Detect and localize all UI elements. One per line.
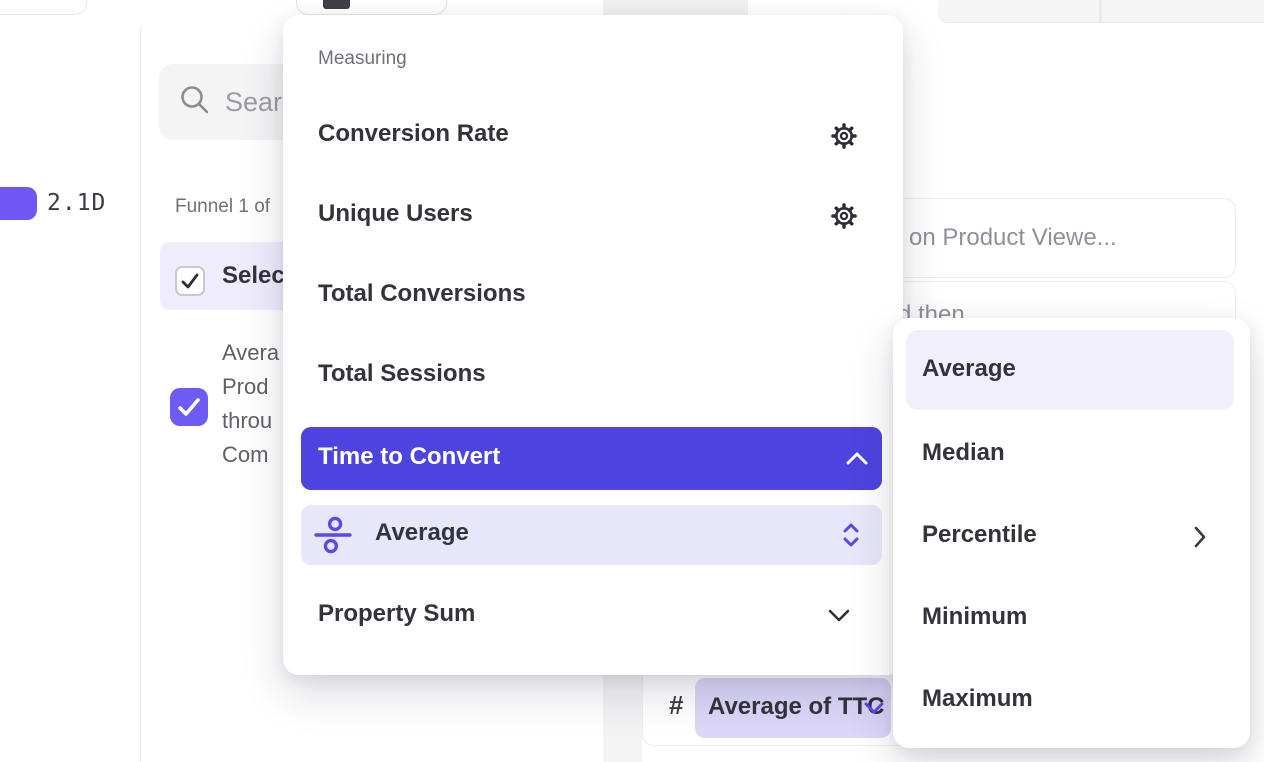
chevron-up-icon (846, 452, 868, 465)
app-root: Sear 2.1D Funnel 1 of Selec Avera Prod t… (0, 0, 1264, 762)
checkmark-icon (170, 388, 208, 426)
submenu-item-average[interactable]: Average (906, 330, 1234, 410)
select-all-label: Selec (222, 262, 285, 290)
step-description: Avera Prod throu Com (222, 336, 279, 472)
menu-item-total-conversions[interactable]: Total Conversions (318, 280, 526, 308)
gear-icon[interactable] (830, 122, 858, 150)
menu-item-conversion-rate[interactable]: Conversion Rate (318, 120, 509, 148)
chevron-right-icon (1194, 526, 1206, 548)
step-checkbox[interactable] (170, 388, 208, 426)
partial-toolbar-button[interactable] (296, 0, 447, 15)
measuring-menu-header: Measuring (318, 48, 407, 70)
partial-top-right-bar (938, 0, 1264, 23)
gear-icon[interactable] (830, 202, 858, 230)
menu-item-total-sessions[interactable]: Total Sessions (318, 360, 486, 388)
chevron-down-icon[interactable] (828, 609, 850, 622)
metric-type-symbol: # (669, 690, 683, 721)
submenu-item-minimum[interactable]: Minimum (922, 603, 1027, 631)
menu-item-unique-users[interactable]: Unique Users (318, 200, 473, 228)
measuring-menu: Measuring Conversion Rate Unique Users (283, 15, 903, 675)
menu-item-property-sum[interactable]: Property Sum (318, 600, 475, 628)
search-placeholder: Sear (225, 87, 282, 118)
step-event-text: on Product Viewe... (909, 224, 1117, 252)
chevron-updown-icon (841, 520, 861, 550)
select-all-checkbox[interactable] (175, 266, 205, 296)
aggregation-menu: Average Median Percentile Minimum Maximu… (893, 318, 1250, 748)
search-icon (177, 82, 217, 122)
menu-item-label: Time to Convert (318, 443, 500, 471)
chevron-down-icon (864, 702, 884, 715)
metric-selector-label: Average of TTC (708, 693, 884, 721)
menu-item-time-to-convert[interactable]: Time to Convert (301, 427, 882, 490)
average-icon (313, 515, 353, 555)
funnel-header: Funnel 1 of (175, 196, 270, 218)
checkmark-icon (177, 268, 203, 294)
topbar-divider (1099, 0, 1102, 22)
left-panel-divider (140, 28, 141, 762)
funnel-step-badge-label: 2.1D (47, 190, 106, 216)
funnel-step-badge (0, 187, 37, 220)
menu-item-label: Average (375, 519, 469, 547)
submenu-item-label: Average (922, 355, 1016, 383)
toolbar-button-icon (323, 0, 350, 9)
partial-card-top-left (0, 0, 87, 15)
submenu-item-percentile[interactable]: Percentile (922, 521, 1037, 549)
menu-item-average-aggregation[interactable]: Average (301, 505, 882, 565)
submenu-item-maximum[interactable]: Maximum (922, 685, 1033, 713)
metric-selector[interactable]: Average of TTC (695, 678, 891, 738)
submenu-item-median[interactable]: Median (922, 439, 1005, 467)
